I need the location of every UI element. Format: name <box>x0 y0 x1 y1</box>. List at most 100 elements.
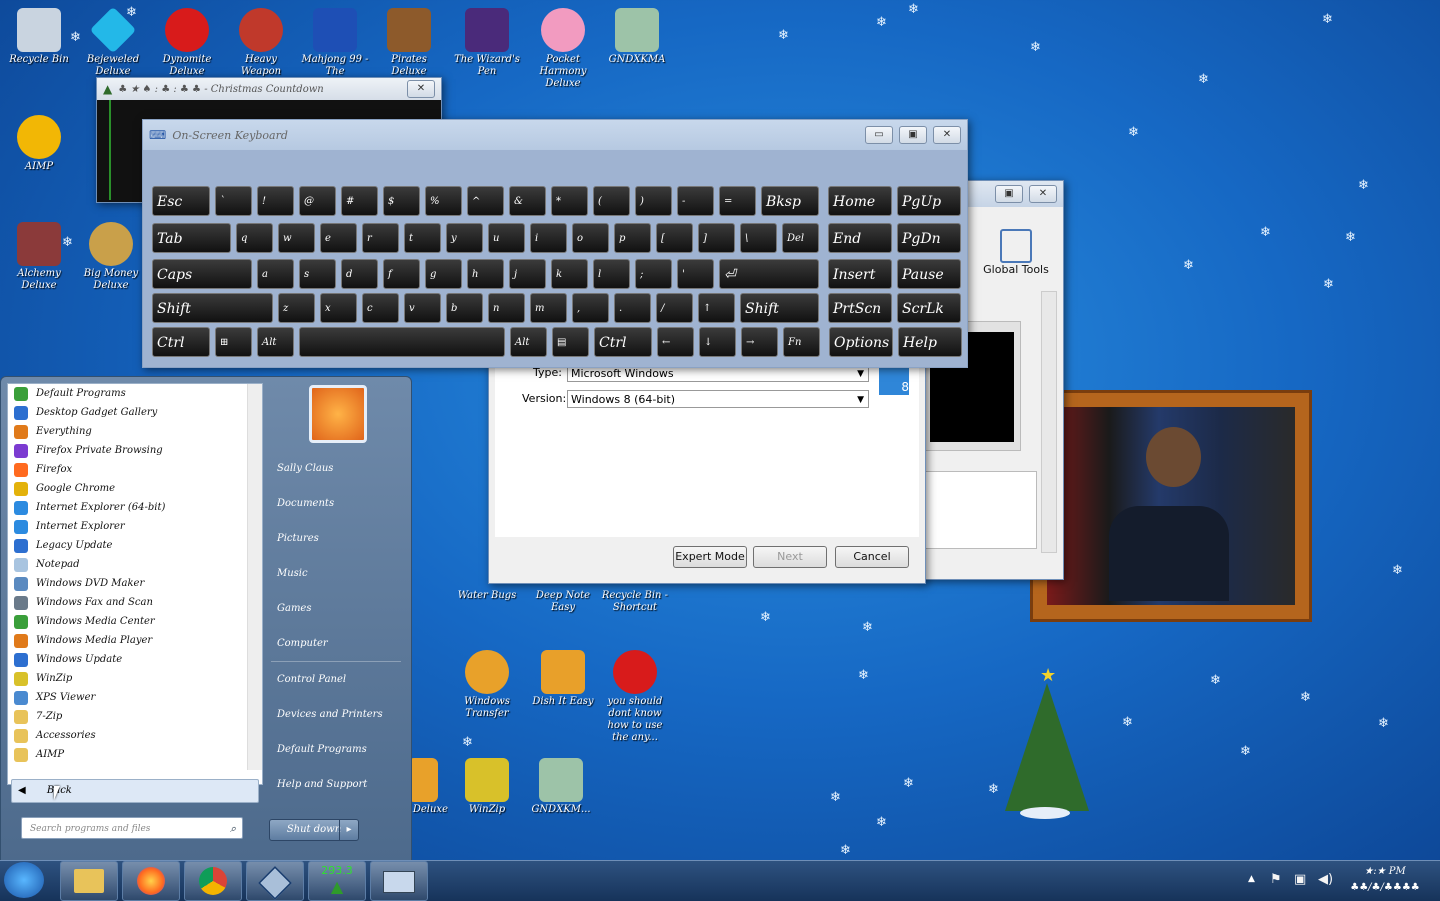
osk-key[interactable]: / <box>656 293 693 323</box>
osk-key[interactable]: ⏎ <box>719 259 819 289</box>
program-item[interactable]: 7-Zip <box>8 707 262 726</box>
osk-key[interactable]: z <box>278 293 315 323</box>
program-item[interactable]: Legacy Update <box>8 536 262 555</box>
desktop-icon-recycle-bin[interactable]: Recycle Bin <box>2 8 76 66</box>
desktop-icon-windows-transfer[interactable]: Windows Transfer <box>450 650 524 720</box>
start-right-item[interactable]: Default Programs <box>263 732 409 767</box>
osk-key[interactable]: w <box>278 223 315 253</box>
chevron-right-icon[interactable]: ▸ <box>339 820 358 840</box>
program-item[interactable]: Notepad <box>8 555 262 574</box>
desktop-icon-recycle-shortcut[interactable]: Recycle Bin - Shortcut <box>598 582 672 614</box>
next-button[interactable]: Next <box>753 546 827 568</box>
osk-key[interactable]: ScrLk <box>897 293 961 323</box>
close-button[interactable]: ✕ <box>1029 185 1057 203</box>
program-item[interactable]: Desktop Gadget Gallery <box>8 403 262 422</box>
cancel-button[interactable]: Cancel <box>835 546 909 568</box>
osk-key[interactable]: x <box>320 293 357 323</box>
on-screen-keyboard-window[interactable]: ⌨ On-Screen Keyboard ▭ ▣ ✕ Esc `! @ # $% ^ & *(… <box>142 119 968 368</box>
osk-key[interactable]: ! <box>257 186 294 216</box>
program-item[interactable]: Windows Update <box>8 650 262 669</box>
create-vm-dialog[interactable]: Type: Microsoft Windows ▼ 8 Version: Win… <box>488 360 926 584</box>
desktop-icon-deep-note[interactable]: Deep Note Easy <box>526 582 600 614</box>
program-item[interactable]: Internet Explorer (64-bit) <box>8 498 262 517</box>
program-item[interactable]: AIMP <box>8 745 262 764</box>
osk-key[interactable]: ↓ <box>699 327 736 357</box>
programs-scrollbar[interactable] <box>247 384 262 770</box>
desktop-icon-pirates[interactable]: Pirates Deluxe <box>372 8 446 78</box>
osk-key[interactable]: ` <box>215 186 252 216</box>
desktop-icon-heavy-weapon[interactable]: Heavy Weapon <box>224 8 298 78</box>
osk-key[interactable]: ⊞ <box>215 327 252 357</box>
program-item[interactable]: Firefox <box>8 460 262 479</box>
osk-key[interactable]: @ <box>299 186 336 216</box>
taskbar-firefox[interactable] <box>122 861 180 901</box>
desktop-icon-mahjong[interactable]: Mahjong 99 - The <box>298 8 372 78</box>
desktop-icon-gndxkma[interactable]: GNDXKMA <box>600 8 674 66</box>
osk-key[interactable]: Caps <box>152 259 252 289</box>
program-item[interactable]: Windows Media Player <box>8 631 262 650</box>
osk-key[interactable]: r <box>362 223 399 253</box>
osk-key[interactable]: d <box>341 259 378 289</box>
osk-key[interactable]: l <box>593 259 630 289</box>
program-item[interactable]: Windows Fax and Scan <box>8 593 262 612</box>
osk-key[interactable]: → <box>741 327 778 357</box>
expert-mode-button[interactable]: Expert Mode <box>673 546 747 568</box>
osk-key[interactable]: a <box>257 259 294 289</box>
tray-expand-icon[interactable]: ▲ <box>1248 874 1255 884</box>
desktop-icon-dish-it[interactable]: Dish It Easy <box>526 650 600 708</box>
osk-key[interactable]: i <box>530 223 567 253</box>
osk-key[interactable]: PrtScn <box>828 293 892 323</box>
osk-key[interactable]: ' <box>677 259 714 289</box>
taskbar-christmas-countdown[interactable]: 293.3 ▲ <box>308 861 366 901</box>
osk-key[interactable]: ( <box>593 186 630 216</box>
osk-key[interactable]: , <box>572 293 609 323</box>
osk-key[interactable]: g <box>425 259 462 289</box>
program-item[interactable]: Windows Media Center <box>8 612 262 631</box>
program-item[interactable]: Firefox Private Browsing <box>8 441 262 460</box>
osk-key[interactable]: ] <box>698 223 735 253</box>
desktop-icon-big-money[interactable]: Big Money Deluxe <box>74 222 148 292</box>
osk-key[interactable]: Home <box>828 186 892 216</box>
start-right-item[interactable]: Help and Support <box>263 767 409 802</box>
osk-key[interactable]: k <box>551 259 588 289</box>
osk-key[interactable]: [ <box>656 223 693 253</box>
program-item[interactable]: Google Chrome <box>8 479 262 498</box>
program-item[interactable]: WinZip <box>8 669 262 688</box>
start-right-item[interactable]: Games <box>263 591 409 626</box>
start-right-item[interactable]: Pictures <box>263 521 409 556</box>
osk-key[interactable]: m <box>530 293 567 323</box>
osk-key[interactable]: ^ <box>467 186 504 216</box>
osk-key[interactable]: c <box>362 293 399 323</box>
osk-key[interactable]: q <box>236 223 273 253</box>
start-right-item[interactable]: Devices and Printers <box>263 697 409 732</box>
search-input[interactable]: Search programs and files ⌕ <box>21 817 243 839</box>
osk-key[interactable]: h <box>467 259 504 289</box>
osk-key[interactable]: PgDn <box>897 223 961 253</box>
version-select[interactable]: Windows 8 (64-bit) ▼ <box>567 390 869 408</box>
start-right-item[interactable]: Control Panel <box>263 662 409 697</box>
osk-key[interactable]: Help <box>898 327 962 357</box>
osk-key[interactable]: Esc <box>152 186 210 216</box>
desktop-icon-water-bugs[interactable]: Water Bugs <box>450 582 524 602</box>
osk-key[interactable]: \ <box>740 223 777 253</box>
program-item[interactable]: Internet Explorer <box>8 517 262 536</box>
shutdown-button[interactable]: Shut down ▸ <box>269 819 359 841</box>
osk-key[interactable]: % <box>425 186 462 216</box>
osk-key[interactable]: Shift <box>740 293 819 323</box>
osk-key[interactable]: ; <box>635 259 672 289</box>
osk-key[interactable]: o <box>572 223 609 253</box>
network-icon[interactable]: ▣ <box>1294 872 1306 887</box>
action-center-flag-icon[interactable]: ⚑ <box>1270 872 1282 887</box>
osk-key[interactable] <box>299 327 505 357</box>
osk-key[interactable]: . <box>614 293 651 323</box>
osk-key[interactable]: t <box>404 223 441 253</box>
desktop-icon-pocket-harmony[interactable]: Pocket Harmony Deluxe <box>526 8 600 90</box>
clock[interactable]: ★:★ PM ♣♣/♣/♣♣♣♣ <box>1340 864 1430 896</box>
start-right-item[interactable]: Sally Claus <box>263 451 409 486</box>
start-right-item[interactable]: Music <box>263 556 409 591</box>
osk-key[interactable]: PgUp <box>897 186 961 216</box>
desktop-icon-aimp[interactable]: AIMP <box>2 115 76 173</box>
osk-key[interactable]: v <box>404 293 441 323</box>
osk-key[interactable]: Insert <box>828 259 892 289</box>
osk-key[interactable]: j <box>509 259 546 289</box>
